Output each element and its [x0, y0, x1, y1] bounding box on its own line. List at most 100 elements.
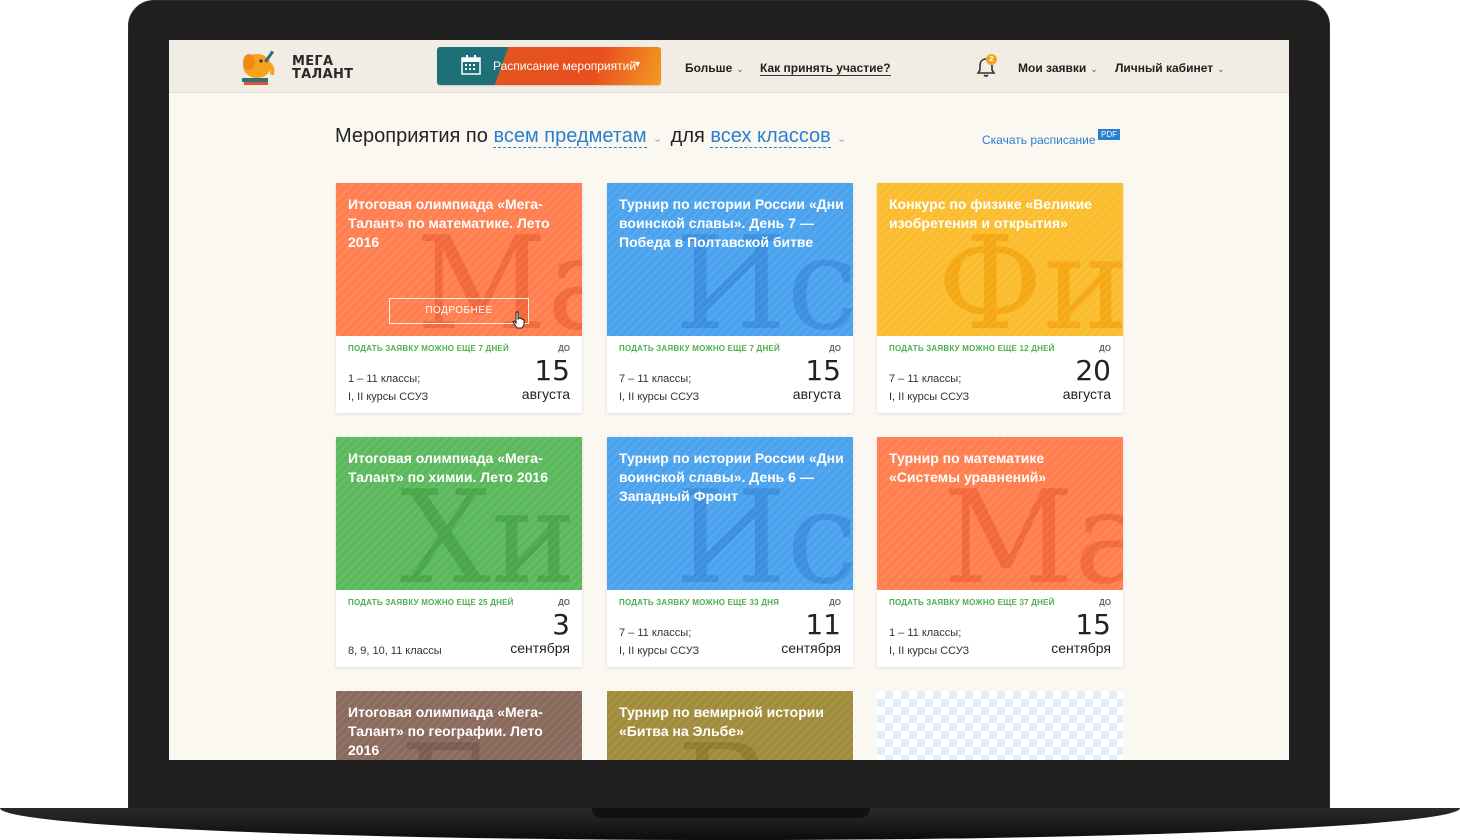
deadline-month: сентября — [510, 640, 570, 656]
deadline-month: августа — [1062, 386, 1111, 402]
nav-my-requests[interactable]: Мои заявки ⌄ — [1018, 61, 1098, 75]
top-header: МЕГА ТАЛАНТ Расписание мероприятий ▾ Бол… — [169, 40, 1289, 93]
event-card-placeholder — [877, 691, 1123, 760]
card-cover: Ис Турнир по истории России «Дни воинско… — [607, 183, 853, 336]
grades-line-2: I, II курсы ССУЗ — [889, 645, 970, 657]
grades-line-2: I, II курсы ССУЗ — [619, 391, 700, 403]
nav-more-label: Больше — [685, 61, 733, 75]
event-card[interactable]: Ма Турнир по математике «Системы уравнен… — [877, 437, 1123, 667]
grades-line-1: 7 – 11 классы; — [619, 373, 692, 385]
checker-pattern — [877, 691, 1123, 760]
event-card[interactable]: Ге Итоговая олимпиада «Мега-Талант» по г… — [336, 691, 582, 760]
elephant-logo-icon — [242, 50, 275, 85]
event-card[interactable]: Хи Итоговая олимпиада «Мега-Талант» по х… — [336, 437, 582, 667]
grades-line-1: 1 – 11 классы; — [348, 373, 421, 385]
until-label: ДО — [1099, 344, 1111, 353]
logo-line-2: ТАЛАНТ — [292, 67, 354, 82]
chevron-down-icon: ⌄ — [652, 131, 663, 145]
logo-text: МЕГА ТАЛАНТ — [292, 55, 353, 81]
deadline-day: 15 — [1075, 608, 1111, 641]
card-title: Турнир по истории России «Дни воинской с… — [619, 450, 844, 504]
card-grades: 1 – 11 классы; I, II курсы ССУЗ — [348, 370, 428, 406]
until-label: ДО — [558, 344, 570, 353]
calendar-icon — [461, 55, 481, 75]
deadline-month: сентября — [1051, 640, 1111, 656]
card-title: Итоговая олимпиада «Мега-Талант» по геог… — [348, 704, 543, 758]
until-label: ДО — [829, 598, 841, 607]
grades-filter[interactable]: всех классов — [710, 125, 831, 148]
card-cover: Ге Итоговая олимпиада «Мега-Талант» по г… — [336, 691, 582, 760]
schedule-button[interactable]: Расписание мероприятий ▾ — [437, 47, 661, 85]
deadline-day: 15 — [805, 354, 841, 387]
card-cover: Фи Конкурс по физике «Великие изобретени… — [877, 183, 1123, 336]
event-card[interactable]: Ис Турнир по истории России «Дни воинско… — [607, 183, 853, 413]
subjects-filter[interactable]: всем предметам — [493, 125, 647, 148]
card-cover — [877, 691, 1123, 760]
event-card[interactable]: Ма Итоговая олимпиада «Мега-Талант» по м… — [336, 183, 582, 413]
chevron-down-icon: ⌄ — [1217, 64, 1225, 74]
nav-requests-label: Мои заявки — [1018, 61, 1087, 75]
grades-line-2: I, II курсы ССУЗ — [348, 391, 429, 403]
card-title: Турнир по истории России «Дни воинской с… — [619, 196, 844, 250]
screen: МЕГА ТАЛАНТ Расписание мероприятий ▾ Бол… — [169, 40, 1289, 760]
card-grades: 7 – 11 классы; I, II курсы ССУЗ — [619, 624, 699, 660]
deadline-day: 3 — [552, 608, 570, 641]
page-title: Мероприятия по всем предметам ⌄ для всех к… — [335, 125, 855, 148]
card-cover: Ма Итоговая олимпиада «Мега-Талант» по м… — [336, 183, 582, 336]
card-title: Турнир по вемирной истории «Битва на Эль… — [619, 704, 824, 739]
pdf-badge: PDF — [1098, 129, 1120, 140]
chevron-down-icon: ▾ — [635, 59, 641, 70]
grades-line-2: I, II курсы ССУЗ — [889, 391, 970, 403]
chevron-down-icon: ⌄ — [836, 131, 847, 145]
card-title: Итоговая олимпиада «Мега-Талант» по хими… — [348, 450, 548, 485]
deadline-day: 15 — [534, 354, 570, 387]
deadline-note: ПОДАТЬ ЗАЯВКУ МОЖНО ЕЩЕ 7 ДНЕЙ — [348, 344, 509, 353]
chevron-down-icon: ⌄ — [736, 64, 744, 74]
deadline-note: ПОДАТЬ ЗАЯВКУ МОЖНО ЕЩЕ 12 ДНЕЙ — [889, 344, 1055, 353]
grades-line-1: 7 – 11 классы; — [619, 627, 692, 639]
site-logo[interactable]: МЕГА ТАЛАНТ — [239, 45, 369, 89]
deadline-month: августа — [521, 386, 570, 402]
grades-line-2: I, II курсы ССУЗ — [619, 645, 700, 657]
title-mid: для — [670, 125, 705, 147]
grades-line-1: 8, 9, 10, 11 классы — [348, 645, 442, 657]
card-title: Конкурс по физике «Великие изобретения и… — [889, 196, 1092, 231]
deadline-note: ПОДАТЬ ЗАЯВКУ МОЖНО ЕЩЕ 7 ДНЕЙ — [619, 344, 780, 353]
deadline-day: 11 — [805, 608, 841, 641]
deadline-note: ПОДАТЬ ЗАЯВКУ МОЖНО ЕЩЕ 25 ДНЕЙ — [348, 598, 514, 607]
deadline-month: августа — [792, 386, 841, 402]
chevron-down-icon: ⌄ — [1090, 64, 1098, 74]
download-schedule-link[interactable]: Скачать расписание — [982, 133, 1096, 147]
laptop-notch — [592, 808, 870, 818]
nav-cabinet[interactable]: Личный кабинет ⌄ — [1115, 61, 1225, 75]
until-label: ДО — [1099, 598, 1111, 607]
grades-line-1: 7 – 11 классы; — [889, 373, 962, 385]
card-grades: 7 – 11 классы; I, II курсы ССУЗ — [889, 370, 969, 406]
nav-how-to-participate[interactable]: Как принять участие? — [760, 61, 891, 76]
nav-more[interactable]: Больше ⌄ — [685, 61, 744, 75]
deadline-note: ПОДАТЬ ЗАЯВКУ МОЖНО ЕЩЕ 33 ДНЯ — [619, 598, 780, 607]
card-grades: 1 – 11 классы; I, II курсы ССУЗ — [889, 624, 969, 660]
title-prefix: Мероприятия по — [335, 125, 488, 147]
event-card[interactable]: Ис Турнир по истории России «Дни воинско… — [607, 437, 853, 667]
deadline-month: сентября — [781, 640, 841, 656]
card-cover: Хи Итоговая олимпиада «Мега-Талант» по х… — [336, 437, 582, 590]
event-card[interactable]: Фи Конкурс по физике «Великие изобретени… — [877, 183, 1123, 413]
grades-line-1: 1 – 11 классы; — [889, 627, 962, 639]
until-label: ДО — [558, 598, 570, 607]
schedule-button-label: Расписание мероприятий — [493, 59, 637, 73]
nav-cabinet-label: Личный кабинет — [1115, 61, 1214, 75]
card-grades: 8, 9, 10, 11 классы — [348, 642, 442, 660]
notification-badge: 2 — [986, 54, 997, 65]
card-cover: Ис Турнир по истории России «Дни воинско… — [607, 437, 853, 590]
details-button[interactable]: ПОДРОБНЕЕ — [389, 298, 529, 324]
until-label: ДО — [829, 344, 841, 353]
deadline-note: ПОДАТЬ ЗАЯВКУ МОЖНО ЕЩЕ 37 ДНЕЙ — [889, 598, 1055, 607]
card-title: Турнир по математике «Системы уравнений» — [889, 450, 1047, 485]
event-card[interactable]: В Турнир по вемирной истории «Битва на Э… — [607, 691, 853, 760]
card-grades: 7 – 11 классы; I, II курсы ССУЗ — [619, 370, 699, 406]
card-cover: В Турнир по вемирной истории «Битва на Э… — [607, 691, 853, 760]
deadline-day: 20 — [1075, 354, 1111, 387]
nav-how-label: Как принять участие? — [760, 61, 891, 76]
hand-cursor-icon — [512, 311, 525, 329]
